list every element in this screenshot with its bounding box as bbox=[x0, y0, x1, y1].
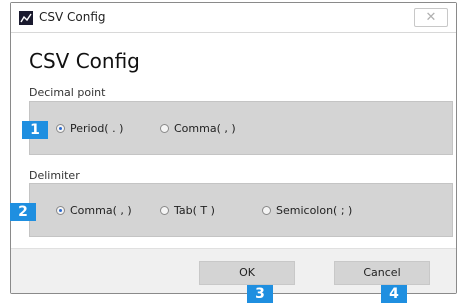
radio-comma-decimal[interactable]: Comma( , ) bbox=[160, 102, 236, 154]
cancel-button[interactable]: Cancel bbox=[334, 261, 430, 285]
ok-button[interactable]: OK bbox=[199, 261, 295, 285]
radio-semicolon-indicator[interactable] bbox=[262, 205, 271, 215]
radio-period-indicator[interactable] bbox=[56, 123, 65, 133]
callout-badge-2: 2 bbox=[10, 203, 36, 221]
callout-badge-3: 3 bbox=[247, 285, 273, 303]
callout-badge-4: 4 bbox=[381, 285, 407, 303]
page-title: CSV Config bbox=[29, 49, 140, 73]
radio-comma-decimal-indicator[interactable] bbox=[160, 123, 169, 133]
radio-semicolon-label: Semicolon( ; ) bbox=[276, 203, 353, 217]
app-icon bbox=[19, 11, 33, 25]
close-button[interactable]: ✕ bbox=[414, 8, 448, 27]
title-bar: CSV Config ✕ bbox=[11, 3, 456, 33]
radio-tab-indicator[interactable] bbox=[160, 205, 169, 215]
radio-period-label: Period( . ) bbox=[70, 121, 124, 135]
radio-tab-label: Tab( T ) bbox=[174, 203, 215, 217]
radio-comma-delimiter-label: Comma( , ) bbox=[70, 203, 132, 217]
radio-comma-delimiter[interactable]: Comma( , ) bbox=[56, 184, 132, 236]
csv-config-dialog: CSV Config ✕ CSV Config Decimal point Pe… bbox=[10, 2, 457, 294]
radio-period[interactable]: Period( . ) bbox=[56, 102, 123, 154]
radio-comma-delimiter-indicator[interactable] bbox=[56, 205, 65, 215]
delimiter-group: Comma( , ) Tab( T ) Semicolon( ; ) bbox=[29, 183, 453, 237]
window-title: CSV Config bbox=[39, 10, 106, 24]
decimal-point-group: Period( . ) Comma( , ) bbox=[29, 101, 453, 155]
radio-semicolon[interactable]: Semicolon( ; ) bbox=[262, 184, 352, 236]
radio-tab[interactable]: Tab( T ) bbox=[160, 184, 215, 236]
dialog-content: CSV Config Decimal point Period( . ) Com… bbox=[11, 33, 456, 248]
radio-comma-decimal-label: Comma( , ) bbox=[174, 121, 236, 135]
decimal-point-label: Decimal point bbox=[29, 86, 106, 99]
delimiter-label: Delimiter bbox=[29, 169, 80, 182]
callout-badge-1: 1 bbox=[22, 121, 48, 139]
